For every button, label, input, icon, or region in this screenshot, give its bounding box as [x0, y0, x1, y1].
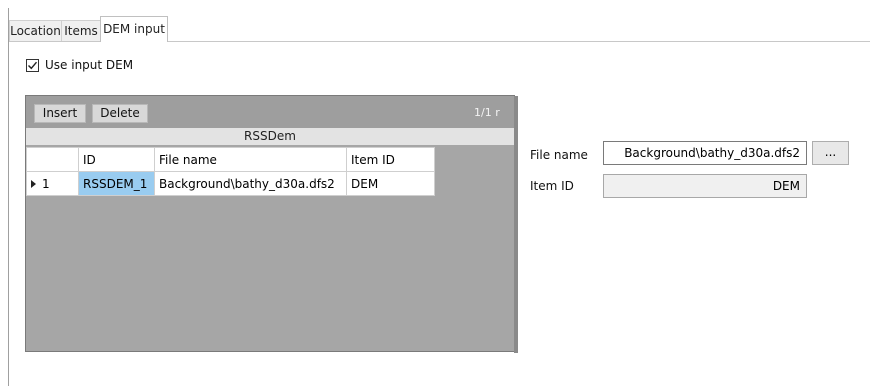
pager-text: 1/1 r — [474, 106, 500, 119]
cell-file-name[interactable]: Background\bathy_d30a.dfs2 — [154, 171, 347, 196]
cell-item-id[interactable]: DEM — [346, 171, 435, 196]
file-name-field[interactable]: Background\bathy_d30a.dfs2 — [603, 141, 807, 165]
tab-strip: Location Items DEM input — [9, 16, 870, 42]
use-input-dem-row[interactable]: Use input DEM — [26, 56, 133, 74]
rssdem-table: ID File name Item ID 1 RSSDEM_1 Backgrou… — [26, 147, 435, 196]
dem-input-panel: Location Items DEM input Use input DEM I… — [0, 0, 870, 386]
tab-items[interactable]: Items — [61, 20, 101, 41]
delete-button[interactable]: Delete — [92, 104, 148, 123]
current-row-indicator-icon — [31, 180, 36, 188]
column-header-file-name[interactable]: File name — [154, 147, 347, 172]
column-header-id[interactable]: ID — [78, 147, 155, 172]
tab-dem-input[interactable]: DEM input — [100, 16, 168, 42]
grid-scroll-edge — [514, 96, 518, 353]
tab-location[interactable]: Location — [9, 20, 62, 41]
table-row[interactable]: 1 RSSDEM_1 Background\bathy_d30a.dfs2 DE… — [26, 171, 435, 196]
browse-button[interactable]: ... — [812, 141, 849, 165]
panel-left-border — [8, 8, 9, 386]
insert-button[interactable]: Insert — [34, 104, 86, 123]
grid-toolbar: Insert Delete 1/1 r — [26, 96, 514, 128]
grid-title: RSSDem — [26, 128, 514, 145]
use-input-dem-checkbox[interactable] — [26, 58, 39, 72]
cell-id[interactable]: RSSDEM_1 — [78, 171, 155, 196]
row-number: 1 — [42, 176, 50, 191]
rssdem-grid: Insert Delete 1/1 r RSSDem ID File name … — [25, 95, 518, 353]
item-id-field: DEM — [603, 174, 807, 198]
file-name-label: File name — [530, 148, 588, 162]
row-header[interactable]: 1 — [26, 171, 79, 196]
use-input-dem-label: Use input DEM — [45, 58, 134, 72]
column-header-item-id[interactable]: Item ID — [346, 147, 435, 172]
check-icon — [28, 61, 38, 69]
table-header-row: ID File name Item ID — [26, 147, 435, 172]
item-id-label: Item ID — [530, 179, 574, 193]
row-header-corner — [26, 147, 79, 172]
